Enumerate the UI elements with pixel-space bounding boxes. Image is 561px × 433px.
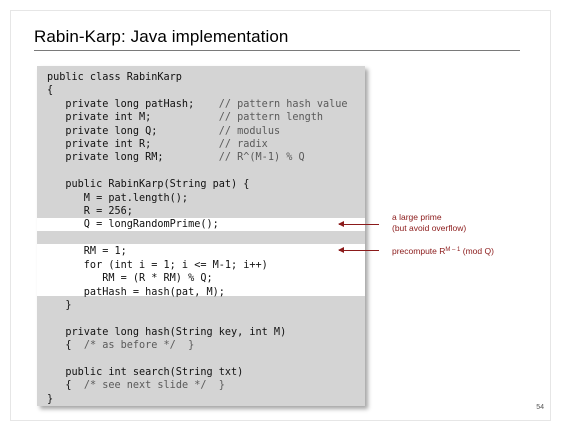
page-number: 54 <box>536 404 544 411</box>
code-listing: public class RabinKarp { private long pa… <box>47 71 348 406</box>
code-text: RM = (R * RM) % Q; <box>47 273 213 285</box>
code-text: public class RabinKarp <box>47 72 182 83</box>
code-text: Q = longRandomPrime(); <box>47 219 219 231</box>
precompute-prefix: precompute R <box>392 246 446 256</box>
code-line: private long hash(String key, int M) <box>47 327 286 338</box>
code-line: private long RM; // R^(M-1) % Q <box>47 152 305 164</box>
code-line: for (int i = 1; i <= M-1; i++) <box>47 260 268 271</box>
prime-annotation: a large prime (but avoid overflow) <box>392 212 466 233</box>
code-line: RM = 1; <box>47 246 127 257</box>
code-line: M = pat.length(); <box>47 193 188 204</box>
code-text: private int M; <box>47 112 219 124</box>
code-line: { /* see next slide */ } <box>47 380 225 391</box>
code-comment: // pattern length <box>218 112 324 124</box>
code-text: patHash = hash(pat, M); <box>47 286 225 298</box>
code-line: R = 256; <box>47 206 133 217</box>
code-line: public class RabinKarp <box>47 72 182 83</box>
code-line: { /* as before */ } <box>47 340 194 351</box>
code-text: for (int i = 1; i <= M-1; i++) <box>47 259 268 271</box>
title-divider <box>34 50 520 51</box>
code-text: { <box>47 85 54 97</box>
precompute-exponent: M – 1 <box>445 247 461 253</box>
code-text: private long Q; <box>47 125 219 137</box>
code-text: R = 256; <box>47 206 133 218</box>
code-comment: /* as before */ } <box>83 340 195 352</box>
code-text: } <box>47 393 54 405</box>
code-comment: // modulus <box>218 125 281 137</box>
code-line: private int M; // pattern length <box>47 112 323 123</box>
arrow-icon <box>338 221 379 227</box>
code-line: Q = longRandomPrime(); <box>47 219 219 230</box>
code-comment: // pattern hash value <box>218 98 348 110</box>
code-line: private long patHash; // pattern hash va… <box>47 98 348 110</box>
code-comment: // R^(M-1) % Q <box>218 152 305 164</box>
code-line: patHash = hash(pat, M); <box>47 287 225 298</box>
code-text: private int R; <box>47 139 219 151</box>
code-line: } <box>47 394 53 405</box>
code-text: private long hash(String key, int M) <box>47 326 287 338</box>
code-text: } <box>47 299 72 311</box>
code-text: RM = 1; <box>47 246 127 258</box>
code-text: { <box>47 380 84 392</box>
code-text: public int search(String txt) <box>47 366 244 378</box>
code-text: { <box>47 340 84 352</box>
code-line: } <box>47 299 72 311</box>
code-comment: /* see next slide */ } <box>83 380 225 392</box>
code-text: public RabinKarp(String pat) { <box>47 179 250 191</box>
precompute-suffix: (mod Q) <box>460 246 494 256</box>
code-comment: // radix <box>218 139 268 151</box>
precompute-annotation: precompute RM – 1 (mod Q) <box>392 245 494 257</box>
prime-annotation-line2: (but avoid overflow) <box>392 222 467 233</box>
code-line: public int search(String txt) <box>47 367 243 378</box>
code-line: { <box>47 85 53 96</box>
code-text: private long patHash; <box>47 98 219 110</box>
code-line: RM = (R * RM) % Q; <box>47 273 213 285</box>
code-line: private long Q; // modulus <box>47 126 280 137</box>
code-line: public RabinKarp(String pat) { <box>47 179 249 190</box>
arrow-icon <box>338 247 379 253</box>
code-text: M = pat.length(); <box>47 192 189 204</box>
code-line: private int R; // radix <box>47 139 268 151</box>
code-text: private long RM; <box>47 152 219 164</box>
slide-title: Rabin-Karp: Java implementation <box>34 27 289 46</box>
prime-annotation-line1: a large prime <box>392 212 442 222</box>
